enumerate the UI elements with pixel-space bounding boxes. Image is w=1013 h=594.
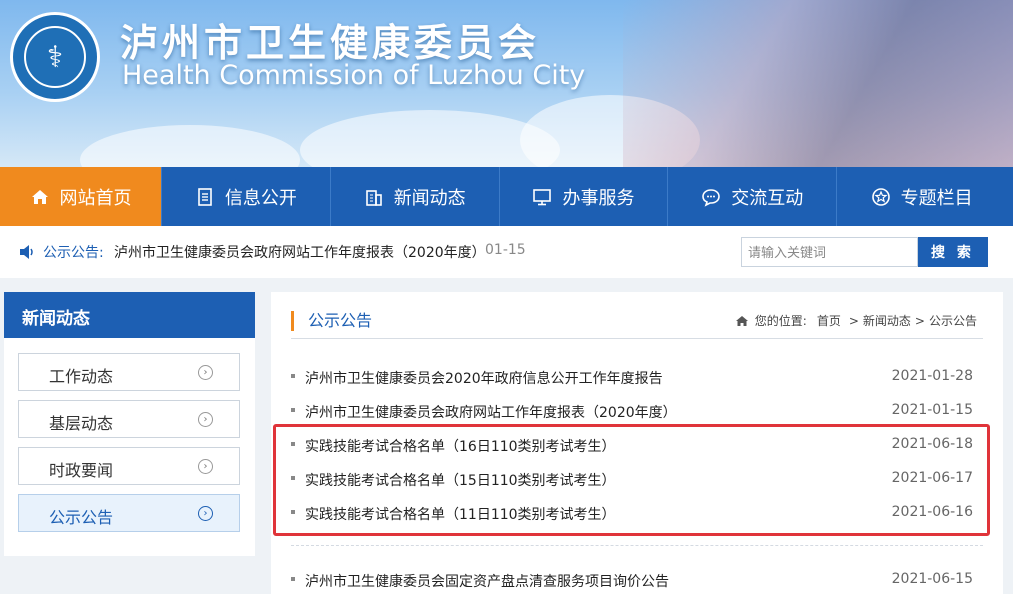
list-item-date: 2021-01-28: [891, 368, 973, 384]
nav-item-label: 交流互动: [731, 187, 804, 209]
list-item[interactable]: 泸州市卫生健康委员会政府网站工作年度报表（2020年度） 2021-01-15: [291, 393, 981, 427]
bullet-icon: [291, 408, 295, 412]
search-button[interactable]: 搜 索: [918, 237, 988, 267]
sidebar-item-label: 公示公告: [49, 508, 114, 527]
home-icon: [735, 315, 748, 326]
list-item-title: 实践技能考试合格名单（15日110类别考试考生）: [305, 473, 616, 489]
list-item-title: 泸州市卫生健康委员会政府网站工作年度报表（2020年度）: [305, 405, 677, 421]
chevron-right-icon: ›: [198, 459, 213, 474]
nav-item-label: 信息公开: [224, 187, 297, 209]
list-item-date: 2021-06-15: [891, 571, 973, 587]
list-item-date: 2021-06-18: [891, 436, 973, 452]
list-item-date: 2021-01-15: [891, 402, 973, 418]
bullet-icon: [291, 510, 295, 514]
main-nav: 网站首页 信息公开 新闻动态 办事服务 交流互动 专题栏目: [0, 167, 1013, 226]
cloud-decoration: [80, 125, 300, 167]
sidebar-item-label: 基层动态: [49, 414, 114, 433]
list-item-title: 泸州市卫生健康委员会固定资产盘点清查服务项目询价公告: [305, 574, 669, 590]
bullet-icon: [291, 442, 295, 446]
list-item[interactable]: 泸州市卫生健康委员会固定资产盘点清查服务项目询价公告 2021-06-15: [291, 562, 981, 594]
star-icon: [871, 187, 891, 207]
nav-item-label: 新闻动态: [393, 187, 466, 209]
chevron-right-icon: ›: [198, 365, 213, 380]
nav-item-info[interactable]: 信息公开: [162, 167, 331, 226]
breadcrumb-prefix: 您的位置:: [754, 314, 807, 328]
sidebar-item-politics-news[interactable]: 时政要闻 ›: [18, 447, 240, 485]
nav-item-interaction[interactable]: 交流互动: [668, 167, 838, 226]
list-item[interactable]: 实践技能考试合格名单（11日110类别考试考生） 2021-06-16: [291, 495, 981, 529]
breadcrumb-current[interactable]: 公示公告: [929, 312, 977, 329]
breadcrumb-home-link[interactable]: 首页: [817, 312, 841, 329]
notice-link[interactable]: 泸州市卫生健康委员会政府网站工作年度报表（2020年度）: [114, 242, 486, 262]
list-item-title: 泸州市卫生健康委员会2020年政府信息公开工作年度报告: [305, 371, 663, 387]
sidebar-item-grassroots-news[interactable]: 基层动态 ›: [18, 400, 240, 438]
site-logo[interactable]: ⚕: [10, 12, 100, 102]
breadcrumb: 您的位置: 首页 > 新闻动态 > 公示公告: [735, 312, 981, 329]
speaker-icon: [20, 245, 33, 259]
bullet-icon: [291, 577, 295, 581]
site-subtitle: Health Commission of Luzhou City: [122, 60, 586, 91]
nav-item-services[interactable]: 办事服务: [500, 167, 669, 226]
search-input[interactable]: [741, 237, 918, 267]
monitor-icon: [532, 187, 552, 207]
nav-item-label: 网站首页: [59, 187, 132, 209]
notice-date: 01-15: [485, 242, 526, 258]
content-panel: 公示公告 您的位置: 首页 > 新闻动态 > 公示公告 泸州市卫生健康委员会20…: [271, 292, 1003, 594]
list-item-date: 2021-06-17: [891, 470, 973, 486]
breadcrumb-section-link[interactable]: 新闻动态: [863, 312, 911, 329]
notice-label: 公示公告:: [43, 245, 104, 261]
site-header: ⚕ 泸州市卫生健康委员会 Health Commission of Luzhou…: [0, 0, 1013, 167]
sidebar-item-announcements[interactable]: 公示公告 ›: [18, 494, 240, 532]
nav-item-label: 专题栏目: [900, 187, 973, 209]
bullet-icon: [291, 476, 295, 480]
breadcrumb-separator: >: [914, 313, 925, 328]
sidebar-item-label: 工作动态: [49, 367, 114, 386]
sidebar: 新闻动态 工作动态 › 基层动态 › 时政要闻 › 公示公告 ›: [4, 292, 255, 556]
bullet-icon: [291, 374, 295, 378]
home-icon: [30, 187, 50, 207]
list-item-title: 实践技能考试合格名单（16日110类别考试考生）: [305, 439, 616, 455]
nav-item-home[interactable]: 网站首页: [0, 167, 162, 226]
list-item-date: 2021-06-16: [891, 504, 973, 520]
list-divider: [291, 545, 983, 546]
sidebar-item-label: 时政要闻: [49, 461, 114, 480]
title-divider: [291, 338, 983, 339]
chat-icon: [701, 187, 721, 207]
nav-item-topics[interactable]: 专题栏目: [837, 167, 1006, 226]
list-item[interactable]: 泸州市卫生健康委员会2020年政府信息公开工作年度报告 2021-01-28: [291, 359, 981, 393]
list-item[interactable]: 实践技能考试合格名单（15日110类别考试考生） 2021-06-17: [291, 461, 981, 495]
list-item-title: 实践技能考试合格名单（11日110类别考试考生）: [305, 507, 616, 523]
chevron-right-icon: ›: [198, 412, 213, 427]
page-title: 公示公告: [291, 311, 372, 331]
header-banner-photo: [623, 0, 1013, 167]
site-title: 泸州市卫生健康委员会: [120, 21, 541, 65]
chevron-right-icon: ›: [198, 506, 213, 521]
caduceus-icon: ⚕: [24, 26, 86, 88]
document-icon: [195, 187, 215, 207]
nav-item-label: 办事服务: [562, 187, 635, 209]
sidebar-item-work-news[interactable]: 工作动态 ›: [18, 353, 240, 391]
nav-item-news[interactable]: 新闻动态: [331, 167, 500, 226]
breadcrumb-separator: >: [848, 313, 859, 328]
sidebar-title: 新闻动态: [4, 292, 255, 338]
list-item[interactable]: 实践技能考试合格名单（16日110类别考试考生） 2021-06-18: [291, 427, 981, 461]
building-icon: [364, 187, 384, 207]
